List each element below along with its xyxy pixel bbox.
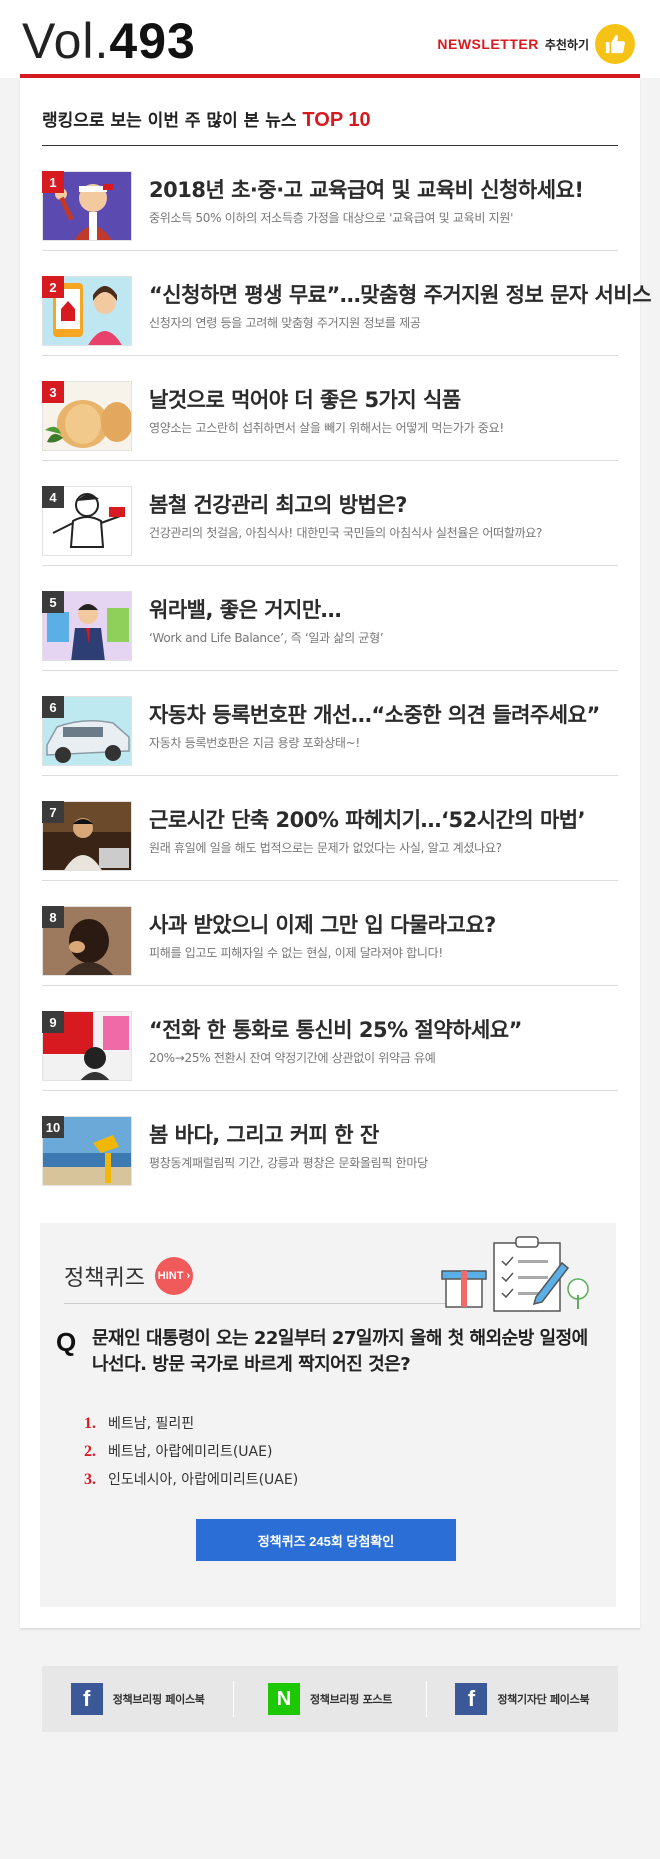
rank-badge: 3	[42, 381, 64, 403]
ranking-title: 랭킹으로 보는 이번 주 많이 본 뉴스 TOP 10	[42, 106, 371, 132]
news-title[interactable]: 사과 받았으니 이제 그만 입 다물라고요?	[149, 909, 639, 939]
news-title[interactable]: 봄철 건강관리 최고의 방법은?	[149, 489, 639, 519]
news-title[interactable]: 2018년 초·중·고 교육급여 및 교육비 신청하세요!	[149, 174, 639, 204]
facebook-icon[interactable]: f	[70, 1683, 103, 1715]
news-item-9[interactable]: 9 “전화 한 통화로 통신비 25% 절약하세요” 20%→25% 전환시 잔…	[42, 986, 618, 1091]
option-number: 2.	[84, 1443, 96, 1460]
hint-badge[interactable]: HINT ›	[154, 1257, 193, 1295]
clipboard-checklist-icon	[440, 1233, 590, 1313]
volume-label: Vol.	[22, 13, 110, 69]
footer-link-reporters-facebook[interactable]: f 정책기자단 페이스북	[425, 1681, 618, 1717]
newsletter-card: 랭킹으로 보는 이번 주 많이 본 뉴스 TOP 10 1 2018년 초·중·…	[20, 78, 652, 1629]
news-description: 20%→25% 전환시 잔여 약정기간에 상관없이 위약금 유예	[149, 1051, 436, 1065]
policy-quiz: 정책퀴즈 HINT › Q 문재인 대통령이 오는 22일부터 27일까지 올해…	[40, 1223, 616, 1607]
news-description: 신청자의 연령 등을 고려해 맞춤형 주거지원 정보를 제공	[149, 316, 421, 330]
news-description: 영양소는 고스란히 섭취하면서 살을 빼기 위해서는 어떻게 먹는가가 중요!	[149, 421, 504, 435]
quiz-title: 정책퀴즈	[64, 1266, 145, 1291]
quiz-option-3: 3. 인도네시아, 아랍에미리트(UAE)	[84, 1469, 298, 1497]
footer-link-briefing-post[interactable]: N 정책브리핑 포스트	[233, 1681, 425, 1717]
footer-link-label[interactable]: 정책브리핑 페이스북	[113, 1691, 205, 1707]
ranking-title-prefix: 랭킹으로 보는 이번 주 많이 본 뉴스	[42, 111, 297, 131]
news-title[interactable]: 자동차 등록번호판 개선…“소중한 의견 들려주세요”	[149, 699, 639, 729]
news-item-5[interactable]: 5 워라밸, 좋은 거지만… ‘Work and Life Balance’, …	[42, 566, 618, 671]
quiz-rule	[64, 1303, 474, 1304]
news-item-1[interactable]: 1 2018년 초·중·고 교육급여 및 교육비 신청하세요! 중위소득 50%…	[42, 146, 618, 251]
recommend-label: 추천하기	[544, 37, 589, 52]
news-item-4[interactable]: 4 봄철 건강관리 최고의 방법은? 건강관리의 첫걸음, 아침식사! 대한민국…	[42, 461, 618, 566]
news-description: 중위소득 50% 이하의 저소득층 가정을 대상으로 '교육급여 및 교육비 지…	[149, 211, 514, 225]
rank-badge: 9	[42, 1011, 64, 1033]
news-item-3[interactable]: 3 날것으로 먹어야 더 좋은 5가지 식품 영양소는 고스란히 섭취하면서 살…	[42, 356, 618, 461]
thumbs-up-icon[interactable]	[595, 24, 635, 64]
rank-badge: 8	[42, 906, 64, 928]
news-item-8[interactable]: 8 사과 받았으니 이제 그만 입 다물라고요? 피해를 입고도 피해자일 수 …	[42, 881, 618, 986]
news-description: 건강관리의 첫걸음, 아침식사! 대한민국 국민들의 아침식사 실천율은 어떠할…	[149, 526, 543, 540]
option-text: 인도네시아, 아랍에미리트(UAE)	[108, 1472, 299, 1488]
footer-link-label[interactable]: 정책브리핑 포스트	[310, 1691, 392, 1707]
footer-link-briefing-facebook[interactable]: f 정책브리핑 페이스북	[42, 1681, 233, 1717]
rank-badge: 5	[42, 591, 64, 613]
newsletter-recommend-link[interactable]: NEWSLETTER 추천하기	[437, 24, 635, 64]
question-mark: Q	[56, 1327, 77, 1357]
quiz-header: 정책퀴즈 HINT ›	[64, 1257, 193, 1295]
volume-number: 493	[109, 13, 196, 69]
quiz-option-1: 1. 베트남, 필리핀	[84, 1413, 298, 1441]
news-description: 자동차 등록번호판은 지금 용량 포화상태~!	[149, 736, 360, 750]
quiz-option-2: 2. 베트남, 아랍에미리트(UAE)	[84, 1441, 298, 1469]
news-title[interactable]: 워라밸, 좋은 거지만…	[149, 594, 639, 624]
hint-label: HINT	[157, 1270, 184, 1282]
naver-icon[interactable]: N	[267, 1683, 300, 1715]
quiz-options: 1. 베트남, 필리핀 2. 베트남, 아랍에미리트(UAE) 3. 인도네시아…	[84, 1413, 298, 1497]
news-description: 평창동계패럴림픽 기간, 강릉과 평창은 문화올림픽 한마당	[149, 1156, 428, 1170]
news-item-6[interactable]: 6 자동차 등록번호판 개선…“소중한 의견 들려주세요” 자동차 등록번호판은…	[42, 671, 618, 776]
rank-badge: 6	[42, 696, 64, 718]
footer-link-label[interactable]: 정책기자단 페이스북	[497, 1691, 589, 1707]
newsletter-header: Vol.493 NEWSLETTER 추천하기	[0, 0, 660, 78]
option-number: 3.	[84, 1471, 96, 1488]
option-number: 1.	[84, 1415, 96, 1432]
news-title[interactable]: 봄 바다, 그리고 커피 한 잔	[149, 1119, 639, 1149]
news-item-7[interactable]: 7 근로시간 단축 200% 파헤치기…‘52시간의 마법’ 원래 휴일에 일을…	[42, 776, 618, 881]
quiz-winner-check-button[interactable]: 정책퀴즈 245회 당첨확인	[196, 1519, 456, 1561]
facebook-icon[interactable]: f	[455, 1683, 488, 1715]
news-description: ‘Work and Life Balance’, 즉 ‘일과 삶의 균형’	[149, 631, 384, 645]
news-item-2[interactable]: 2 “신청하면 평생 무료”…맞춤형 주거지원 정보 문자 서비스 신청자의 연…	[42, 251, 652, 356]
news-description: 원래 휴일에 일을 해도 법적으로는 문제가 없었다는 사실, 알고 계셨나요?	[149, 841, 502, 855]
ranking-title-highlight: TOP 10	[302, 109, 371, 131]
rank-badge: 7	[42, 801, 64, 823]
rank-badge: 1	[42, 171, 64, 193]
quiz-question: 문재인 대통령이 오는 22일부터 27일까지 올해 첫 해외순방 일정에 나선…	[92, 1328, 588, 1375]
volume-title: Vol.493	[22, 14, 196, 68]
option-text: 베트남, 아랍에미리트(UAE)	[108, 1444, 273, 1460]
news-title[interactable]: 근로시간 단축 200% 파헤치기…‘52시간의 마법’	[149, 804, 639, 834]
rank-badge: 2	[42, 276, 64, 298]
news-title[interactable]: “신청하면 평생 무료”…맞춤형 주거지원 정보 문자 서비스	[149, 279, 652, 309]
news-description: 피해를 입고도 피해자일 수 없는 현실, 이제 달라져야 합니다!	[149, 946, 443, 960]
rank-badge: 10	[42, 1116, 64, 1138]
newsletter-label: NEWSLETTER	[437, 36, 539, 52]
news-title[interactable]: 날것으로 먹어야 더 좋은 5가지 식품	[149, 384, 639, 414]
option-text: 베트남, 필리핀	[108, 1416, 195, 1432]
news-title[interactable]: “전화 한 통화로 통신비 25% 절약하세요”	[149, 1014, 639, 1044]
social-footer: f 정책브리핑 페이스북 N 정책브리핑 포스트 f 정책기자단 페이스북	[42, 1666, 618, 1732]
rank-badge: 4	[42, 486, 64, 508]
news-item-10[interactable]: 10 봄 바다, 그리고 커피 한 잔 평창동계패럴림픽 기간, 강릉과 평창은…	[42, 1091, 618, 1196]
